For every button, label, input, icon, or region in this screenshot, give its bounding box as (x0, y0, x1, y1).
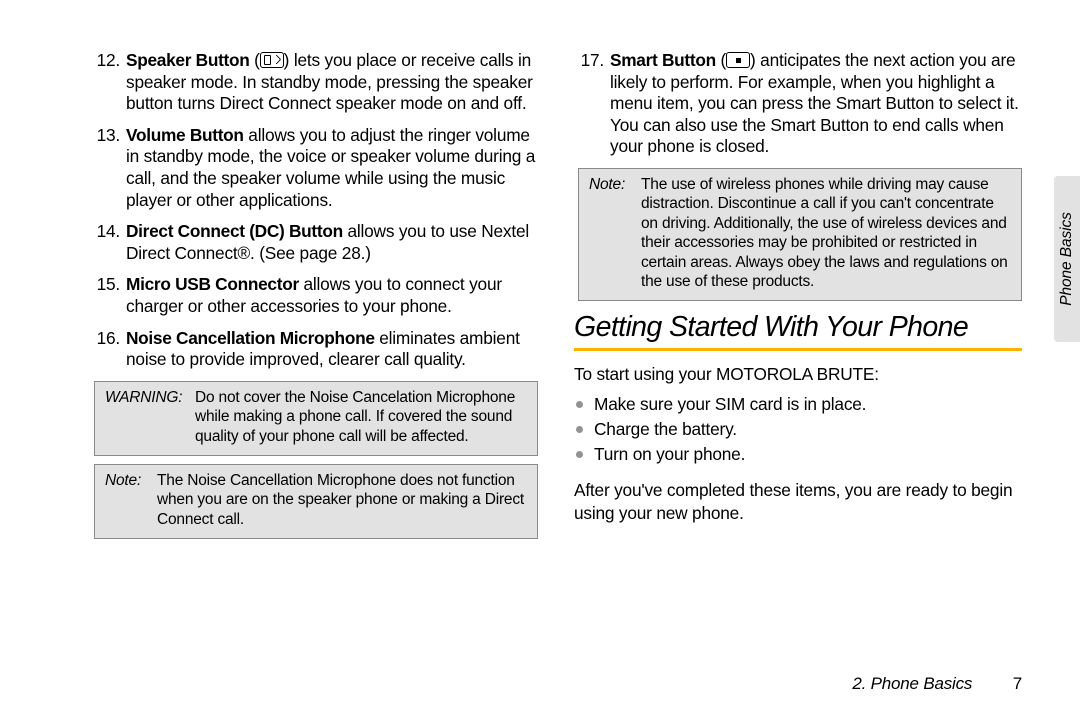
section-heading-getting-started: Getting Started With Your Phone (574, 311, 1022, 351)
right-column: 17. Smart Button () anticipates the next… (574, 50, 1022, 539)
note-body: The use of wireless phones while driving… (641, 175, 1011, 291)
note-body: The Noise Cancellation Microphone does n… (157, 471, 527, 529)
left-column: 12. Speaker Button () lets you place or … (90, 50, 538, 539)
item-title: Micro USB Connector (126, 274, 299, 294)
note-box-right: Note: The use of wireless phones while d… (578, 168, 1022, 301)
side-tab-label: Phone Basics (1058, 212, 1076, 306)
item-12: 12. Speaker Button () lets you place or … (90, 50, 538, 115)
list-item: Turn on your phone. (574, 442, 1022, 467)
item-number: 14. (90, 221, 120, 243)
manual-page: 12. Speaker Button () lets you place or … (0, 0, 1080, 720)
item-14: 14. Direct Connect (DC) Button allows yo… (90, 221, 538, 264)
item-number: 15. (90, 274, 120, 296)
list-item: Make sure your SIM card is in place. (574, 392, 1022, 417)
item-17: 17. Smart Button () anticipates the next… (574, 50, 1022, 158)
outro-paragraph: After you've completed these items, you … (574, 479, 1022, 524)
item-number: 13. (90, 125, 120, 147)
intro-paragraph: To start using your MOTOROLA BRUTE: (574, 363, 1022, 385)
footer-page-number: 7 (977, 674, 1022, 693)
item-title: Noise Cancellation Microphone (126, 328, 375, 348)
getting-started-steps: Make sure your SIM card is in place. Cha… (574, 392, 1022, 467)
smart-button-icon (726, 52, 750, 68)
warning-label: WARNING: (105, 388, 195, 446)
feature-list-left: 12. Speaker Button () lets you place or … (90, 50, 538, 371)
note-label: Note: (105, 471, 157, 529)
warning-body: Do not cover the Noise Cancelation Micro… (195, 388, 527, 446)
item-15: 15. Micro USB Connector allows you to co… (90, 274, 538, 317)
item-title: Volume Button (126, 125, 244, 145)
list-item: Charge the battery. (574, 417, 1022, 442)
note-label: Note: (589, 175, 641, 291)
two-column-layout: 12. Speaker Button () lets you place or … (90, 50, 1022, 539)
footer-chapter: 2. Phone Basics (852, 674, 972, 693)
note-box-left: Note: The Noise Cancellation Microphone … (94, 464, 538, 539)
speaker-icon (260, 52, 284, 68)
item-title: Smart Button (610, 50, 716, 70)
item-title: Direct Connect (DC) Button (126, 221, 343, 241)
item-16: 16. Noise Cancellation Microphone elimin… (90, 328, 538, 371)
item-number: 16. (90, 328, 120, 350)
page-footer: 2. Phone Basics 7 (852, 674, 1022, 694)
feature-list-right: 17. Smart Button () anticipates the next… (574, 50, 1022, 158)
item-title: Speaker Button (126, 50, 250, 70)
item-number: 17. (574, 50, 604, 72)
warning-box: WARNING: Do not cover the Noise Cancelat… (94, 381, 538, 456)
item-number: 12. (90, 50, 120, 72)
side-tab: Phone Basics (1054, 176, 1080, 342)
item-13: 13. Volume Button allows you to adjust t… (90, 125, 538, 211)
